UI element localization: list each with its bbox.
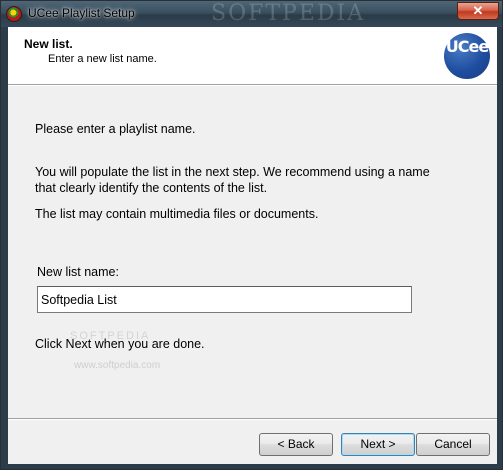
list-name-input[interactable]: [37, 286, 412, 313]
logo-text: UCee: [445, 37, 489, 56]
watermark-title: SOFTPEDIA: [211, 1, 366, 26]
explanation-text-1: You will populate the list in the next s…: [35, 165, 430, 179]
list-name-label: New list name:: [37, 265, 119, 279]
close-button[interactable]: ✕: [457, 2, 499, 20]
wizard-client: New list. Enter a new list name. UCee Pl…: [8, 27, 497, 464]
setup-window: UCee Playlist Setup SOFTPEDIA ✕ New list…: [0, 0, 503, 470]
watermark-url: www.softpedia.com: [74, 360, 161, 371]
back-button[interactable]: < Back: [259, 433, 333, 456]
instruction-text: Please enter a playlist name.: [35, 122, 196, 136]
title-bar[interactable]: UCee Playlist Setup SOFTPEDIA ✕: [1, 1, 502, 27]
page-title: New list.: [24, 37, 73, 51]
explanation-text-2: that clearly identify the contents of th…: [35, 181, 268, 195]
close-icon: ✕: [472, 3, 484, 18]
ucee-logo-icon: UCee: [444, 33, 490, 79]
next-button[interactable]: Next >: [341, 433, 415, 456]
done-instruction-text: Click Next when you are done.: [35, 337, 205, 351]
cancel-button[interactable]: Cancel: [416, 433, 490, 456]
header-divider: [8, 85, 497, 86]
footer-divider: [8, 418, 497, 419]
page-subtitle: Enter a new list name.: [48, 53, 157, 65]
wizard-header: New list. Enter a new list name. UCee: [8, 27, 497, 85]
window-title: UCee Playlist Setup: [28, 6, 135, 20]
ucee-app-icon[interactable]: [6, 6, 22, 22]
content-note-text: The list may contain multimedia files or…: [35, 207, 319, 221]
